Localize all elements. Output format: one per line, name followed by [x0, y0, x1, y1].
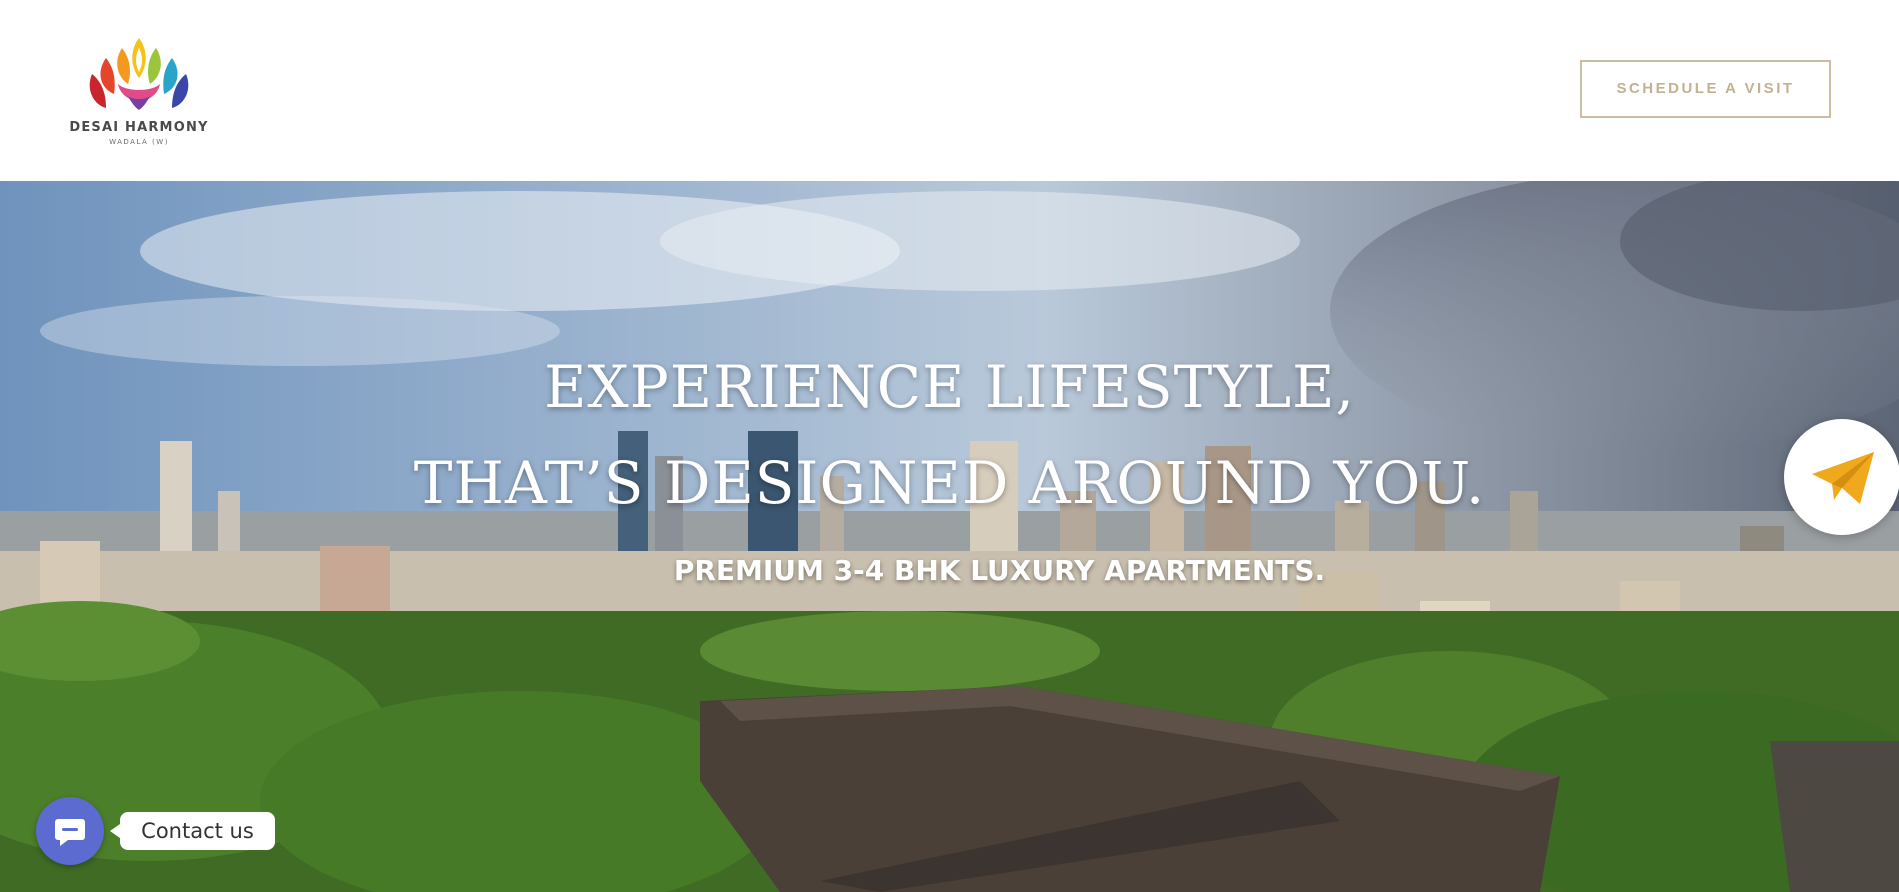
brand-name: DESAI HARMONY — [69, 120, 209, 135]
contact-us-text: Contact us — [141, 819, 254, 843]
brand-location: WADALA (W) — [109, 138, 169, 146]
site-header: DESAI HARMONY WADALA (W) SCHEDULE A VISI… — [0, 0, 1899, 181]
hero-title-line1: EXPERIENCE LIFESTYLE, — [544, 353, 1355, 421]
send-enquiry-button[interactable] — [1784, 419, 1899, 535]
contact-us-button[interactable] — [36, 797, 104, 865]
city-skyline-image — [0, 181, 1899, 892]
hero-banner: EXPERIENCE LIFESTYLE, THAT’S DESIGNED AR… — [0, 181, 1899, 892]
paper-plane-icon — [1812, 452, 1874, 504]
lotus-logo-icon — [89, 38, 189, 110]
contact-us-label[interactable]: Contact us — [110, 812, 275, 850]
chat-bubble-icon — [55, 819, 85, 846]
schedule-visit-button[interactable]: SCHEDULE A VISIT — [1580, 60, 1831, 118]
logo[interactable]: DESAI HARMONY WADALA (W) — [66, 34, 212, 152]
hero-title-line2: THAT’S DESIGNED AROUND YOU. — [413, 449, 1486, 517]
tooltip-tail — [110, 824, 120, 838]
hero-subtitle: PREMIUM 3-4 BHK LUXURY APARTMENTS. — [673, 554, 1326, 587]
